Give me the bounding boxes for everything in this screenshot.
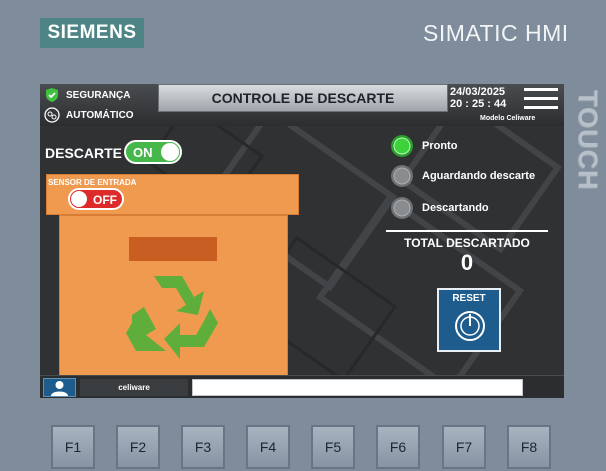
- led-fill: [393, 167, 411, 185]
- status-led-icon: [391, 135, 413, 157]
- mode-label: AUTOMÁTICO: [66, 109, 134, 121]
- sensor-label: SENSOR DE ENTRADA: [48, 178, 137, 187]
- time-text: 20 : 25 : 44: [450, 98, 507, 110]
- status-led-icon: [391, 197, 413, 219]
- shield-check-icon: [44, 87, 60, 103]
- total-divider: [386, 230, 548, 232]
- bottom-bar: celiware: [40, 375, 564, 398]
- f5-key[interactable]: F5: [311, 425, 355, 469]
- hmi-screen: SEGURANÇA AUTOMÁTICO CONTROLE DE DESCART…: [40, 84, 564, 398]
- total-value: 0: [460, 250, 474, 275]
- page-title: CONTROLE DE DESCARTE: [158, 84, 448, 112]
- security-status: SEGURANÇA: [44, 87, 130, 103]
- model-label: Modelo Celiware: [480, 115, 536, 122]
- state-pronto: Pronto: [390, 134, 457, 158]
- f3-key[interactable]: F3: [181, 425, 225, 469]
- touch-label: TOUCH: [573, 90, 603, 191]
- descarte-label: DESCARTE: [45, 145, 123, 161]
- menu-icon[interactable]: [524, 88, 558, 114]
- state-aguardando: Aguardando descarte: [390, 164, 535, 188]
- power-icon: [455, 311, 485, 341]
- toggle-knob: [71, 191, 87, 207]
- reset-button[interactable]: RESET: [437, 288, 501, 352]
- datetime-display: 24/03/2025 20 : 25 : 44: [450, 86, 506, 110]
- state-label: Pronto: [422, 140, 458, 152]
- date-text: 24/03/2025: [450, 86, 506, 98]
- toggle-knob: [161, 143, 179, 161]
- user-icon[interactable]: [43, 378, 76, 397]
- f2-key[interactable]: F2: [116, 425, 160, 469]
- descarte-toggle-label: ON: [133, 145, 153, 160]
- brand-title: SIMATIC HMI: [423, 20, 569, 46]
- status-led-icon: [391, 165, 413, 187]
- bin-slot: [129, 237, 217, 261]
- recycle-icon: [126, 276, 218, 359]
- reset-label: RESET: [452, 293, 486, 304]
- f8-key[interactable]: F8: [507, 425, 551, 469]
- state-label: Aguardando descarte: [422, 170, 536, 182]
- state-label: Descartando: [422, 202, 489, 214]
- siemens-logo: SIEMENS: [40, 18, 144, 48]
- f1-key[interactable]: F1: [51, 425, 95, 469]
- sensor-toggle-label: OFF: [93, 193, 117, 207]
- f7-key[interactable]: F7: [442, 425, 486, 469]
- f4-key[interactable]: F4: [246, 425, 290, 469]
- mode-status: AUTOMÁTICO: [44, 107, 134, 123]
- automatic-mode-icon: [44, 107, 60, 123]
- user-name: celiware: [80, 379, 188, 396]
- state-descartando: Descartando: [390, 196, 489, 220]
- message-field: [192, 379, 523, 396]
- security-label: SEGURANÇA: [66, 89, 131, 101]
- sensor-toggle[interactable]: OFF: [68, 188, 124, 210]
- led-fill: [393, 199, 411, 217]
- f6-key[interactable]: F6: [376, 425, 420, 469]
- descarte-toggle[interactable]: ON: [124, 140, 182, 164]
- led-fill: [393, 137, 411, 155]
- hmi-panel: SIEMENS SIMATIC HMI TOUCH SEGURANÇA AUTO…: [0, 0, 606, 471]
- total-label: TOTAL DESCARTADO: [404, 236, 530, 250]
